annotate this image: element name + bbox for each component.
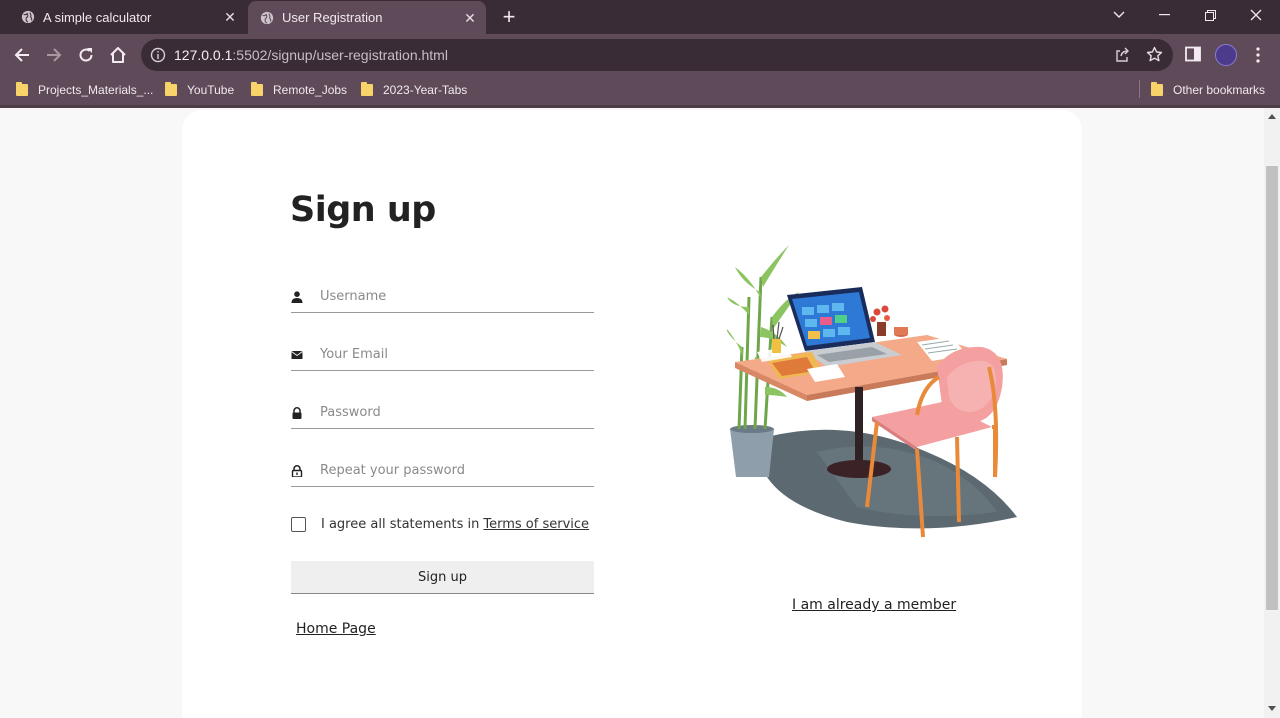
lock-icon [292, 407, 302, 419]
email-input[interactable] [320, 340, 590, 368]
tab-title: A simple calculator [43, 9, 152, 25]
close-tab-icon[interactable]: ✕ [462, 10, 478, 26]
page-scrollbar[interactable] [1264, 108, 1280, 718]
signup-card: Sign up I agree all statements in Terms … [182, 110, 1082, 718]
repeat-password-input[interactable] [320, 456, 590, 484]
home-icon [110, 47, 126, 63]
tab-strip: A simple calculator ✕ User Registration … [0, 0, 1280, 34]
url-text: 127.0.0.1:5502/signup/user-registration.… [174, 47, 448, 63]
agree-checkbox[interactable] [291, 517, 306, 532]
reload-icon [79, 48, 93, 62]
bookmark-projects-materials[interactable]: Projects_Materials_... [16, 82, 153, 97]
menu-kebab-icon[interactable] [1252, 45, 1264, 65]
share-icon[interactable] [1114, 47, 1130, 63]
page-title: Sign up [290, 190, 436, 230]
close-window-button[interactable] [1233, 0, 1279, 30]
minimize-icon [1158, 14, 1170, 16]
envelope-icon [291, 351, 303, 359]
signup-button[interactable]: Sign up [291, 561, 594, 594]
folder-icon [165, 82, 177, 96]
new-tab-button[interactable]: + [498, 6, 520, 28]
home-page-link[interactable]: Home Page [296, 621, 376, 637]
bookmarks-divider [1139, 80, 1140, 98]
person-icon [291, 291, 303, 303]
other-bookmarks[interactable]: Other bookmarks [1151, 82, 1265, 97]
page-viewport: Sign up I agree all statements in Terms … [0, 108, 1264, 718]
tab-user-registration[interactable]: User Registration ✕ [248, 1, 486, 34]
bookmark-youtube[interactable]: YouTube [165, 82, 234, 97]
arrow-left-icon [14, 48, 29, 62]
scroll-down-arrow-icon[interactable] [1268, 706, 1276, 711]
browser-toolbar: 127.0.0.1:5502/signup/user-registration.… [0, 34, 1280, 76]
home-button[interactable] [106, 43, 130, 67]
bookmark-remote-jobs[interactable]: Remote_Jobs [251, 82, 347, 97]
globe-icon [260, 11, 274, 24]
restore-icon [1204, 9, 1216, 21]
terms-link[interactable]: Terms of service [483, 517, 589, 532]
email-field [291, 338, 594, 371]
bookmark-2023-year-tabs[interactable]: 2023-Year-Tabs [361, 82, 467, 97]
tab-search-button[interactable] [1096, 0, 1142, 30]
desk-illustration [727, 245, 1017, 538]
lock-open-icon [291, 465, 303, 477]
agree-text: I agree all statements in [321, 517, 480, 532]
back-button[interactable] [10, 43, 34, 67]
username-input[interactable] [320, 282, 590, 310]
bookmarks-bar: Projects_Materials_... YouTube Remote_Jo… [0, 76, 1280, 105]
close-tab-icon[interactable]: ✕ [222, 9, 238, 25]
tab-title: User Registration [282, 10, 383, 25]
username-field [291, 280, 594, 313]
close-icon [1250, 9, 1262, 21]
terms-agreement: I agree all statements in Terms of servi… [291, 517, 589, 532]
folder-icon [1151, 82, 1163, 96]
side-panel-icon[interactable] [1185, 46, 1201, 62]
minimize-button[interactable] [1141, 0, 1187, 30]
folder-icon [16, 82, 28, 96]
address-bar[interactable]: 127.0.0.1:5502/signup/user-registration.… [141, 39, 1173, 71]
reload-button[interactable] [74, 43, 98, 67]
scroll-up-arrow-icon[interactable] [1268, 114, 1276, 119]
folder-icon [361, 82, 373, 96]
restore-button[interactable] [1187, 0, 1233, 30]
tab-calculator[interactable]: A simple calculator ✕ [8, 0, 246, 34]
star-icon[interactable] [1146, 46, 1163, 63]
password-input[interactable] [320, 398, 590, 426]
chevron-down-icon [1113, 11, 1125, 18]
profile-avatar[interactable] [1215, 44, 1237, 66]
repeat-password-field [291, 454, 594, 487]
arrow-right-icon [47, 48, 62, 62]
folder-icon [251, 82, 263, 96]
already-member-link[interactable]: I am already a member [792, 597, 956, 613]
forward-button[interactable] [42, 43, 66, 67]
password-field [291, 396, 594, 429]
scrollbar-thumb[interactable] [1266, 166, 1278, 610]
info-icon[interactable] [150, 47, 166, 63]
globe-icon [21, 10, 35, 24]
